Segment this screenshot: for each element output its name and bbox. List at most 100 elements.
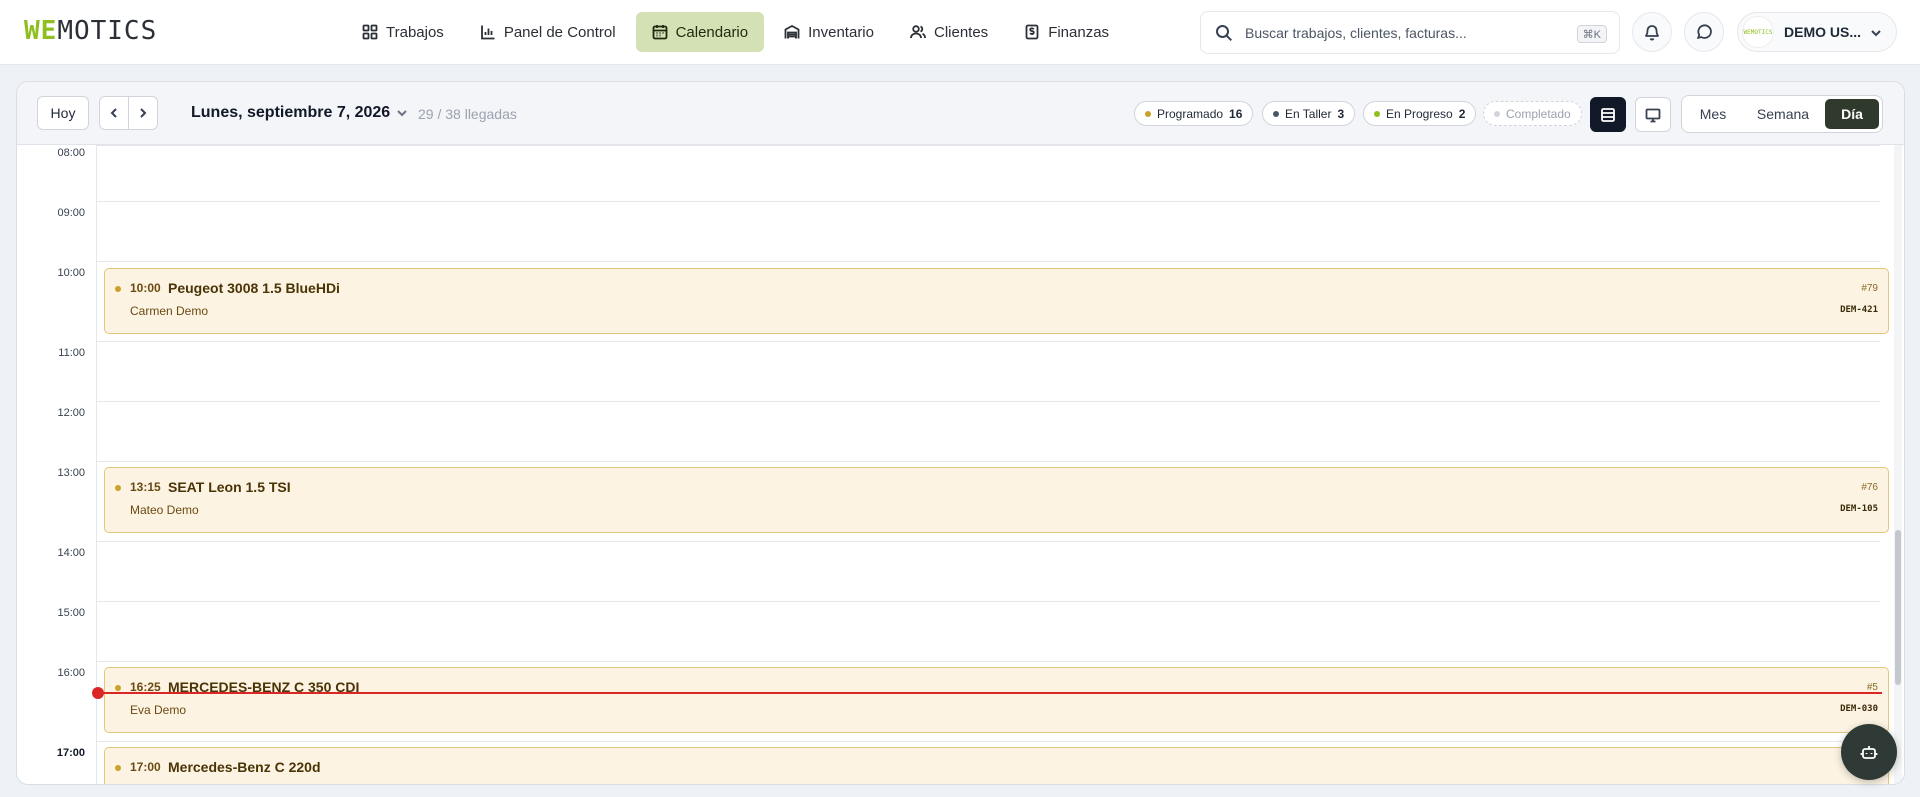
- previous-day-button[interactable]: [99, 96, 129, 130]
- nav-item-label: Calendario: [675, 23, 749, 41]
- arrivals-counter: 29 / 38 llegadas: [418, 106, 517, 122]
- bot-icon: [1860, 746, 1878, 759]
- license-plate: DEM-421: [1840, 305, 1878, 315]
- current-date-title: Lunes, septiembre 7, 2026: [191, 104, 391, 121]
- brand-logo[interactable]: WE MOTICS: [24, 16, 158, 46]
- status-filter-programado[interactable]: Programado 16: [1134, 101, 1254, 126]
- hour-label-current: 17:00: [56, 747, 85, 759]
- nav-item-trabajos[interactable]: Trabajos: [346, 12, 460, 52]
- timeline-scrollbar[interactable]: [1894, 145, 1902, 784]
- status-dot: [1273, 110, 1279, 117]
- bell-icon: [1645, 25, 1659, 41]
- status-dot: [1374, 110, 1380, 117]
- status-dot: [1145, 110, 1151, 117]
- appointment-customer: Carmen Demo: [130, 304, 209, 318]
- status-count: 16: [1229, 106, 1243, 121]
- search-shortcut-badge: ⌘K: [1576, 25, 1607, 43]
- calendar-icon: [652, 25, 667, 40]
- status-label: Programado: [1157, 106, 1224, 121]
- hour-label: 09:00: [57, 207, 85, 219]
- status-dot: [115, 286, 121, 292]
- assistant-bot-button[interactable]: [1841, 724, 1897, 780]
- status-label: Completado: [1506, 106, 1571, 121]
- chat-bubble-icon: [1696, 24, 1712, 40]
- status-label: En Progreso: [1386, 106, 1453, 121]
- chevron-right-icon: [140, 108, 147, 118]
- hour-label: 12:00: [57, 407, 85, 419]
- appointment-card[interactable]: 10:00 Peugeot 3008 1.5 BlueHDi Carmen De…: [104, 268, 1889, 334]
- search-input[interactable]: [1245, 24, 1575, 41]
- current-time-line: [97, 692, 1882, 694]
- user-menu[interactable]: WEMOTICS DEMO US...: [1737, 12, 1897, 52]
- nav-item-finanzas[interactable]: Finanzas: [1008, 12, 1125, 52]
- next-day-button[interactable]: [128, 96, 158, 130]
- job-number: #76: [1861, 482, 1878, 493]
- nav-item-clientes[interactable]: Clientes: [894, 12, 1004, 52]
- appointment-time: 17:00: [130, 760, 161, 774]
- grid-icon: [362, 24, 378, 40]
- hour-gridline: [97, 541, 1880, 542]
- list-layout-icon: [1601, 107, 1615, 122]
- search-icon: [1216, 25, 1233, 42]
- status-count: 2: [1458, 106, 1466, 121]
- hour-label: 16:00: [57, 667, 85, 679]
- nav-item-panel-de-control[interactable]: Panel de Control: [464, 12, 632, 52]
- chevron-down-icon: [397, 110, 407, 117]
- appointment-vehicle: Peugeot 3008 1.5 BlueHDi: [168, 280, 340, 296]
- status-dot: [115, 685, 121, 691]
- logo-text-motics: MOTICS: [57, 16, 158, 46]
- appointment-customer: Eva Demo: [130, 703, 187, 717]
- view-week-button[interactable]: Semana: [1748, 99, 1818, 129]
- appointment-card[interactable]: 17:00 Mercedes-Benz C 220d: [104, 747, 1889, 784]
- appointment-time: 13:15: [130, 480, 161, 494]
- nav-item-label: Inventario: [808, 23, 874, 41]
- appointment-card[interactable]: 16:25 MERCEDES-BENZ C 350 CDI Eva Demo #…: [104, 667, 1889, 733]
- status-filter-en-taller[interactable]: En Taller 3: [1262, 101, 1356, 126]
- hour-gridline: [97, 661, 1880, 662]
- nav-item-label: Finanzas: [1048, 23, 1110, 41]
- warehouse-icon: [784, 24, 800, 39]
- appointment-time: 10:00: [130, 281, 161, 295]
- appointment-card[interactable]: 13:15 SEAT Leon 1.5 TSI Mateo Demo #76 D…: [104, 467, 1889, 533]
- appointment-vehicle: Mercedes-Benz C 220d: [168, 759, 321, 775]
- user-name: DEMO US...: [1784, 24, 1862, 40]
- license-plate: DEM-030: [1840, 704, 1878, 714]
- status-filter-completado[interactable]: Completado: [1483, 101, 1582, 126]
- notifications-button[interactable]: [1632, 12, 1672, 52]
- hour-gridline: [97, 261, 1880, 262]
- appointment-vehicle: SEAT Leon 1.5 TSI: [168, 479, 291, 495]
- hour-label: 14:00: [57, 547, 85, 559]
- hour-label: 08:00: [57, 147, 85, 159]
- hour-label: 11:00: [58, 347, 85, 359]
- status-label: En Taller: [1285, 106, 1332, 121]
- global-search[interactable]: ⌘K: [1200, 11, 1620, 54]
- avatar: WEMOTICS: [1742, 16, 1774, 48]
- scrollbar-thumb[interactable]: [1895, 530, 1901, 685]
- chevron-down-icon: [1871, 30, 1881, 37]
- hour-label: 10:00: [57, 267, 85, 279]
- nav-item-inventario[interactable]: Inventario: [768, 12, 890, 52]
- nav-item-label: Panel de Control: [503, 23, 616, 41]
- nav-item-calendario[interactable]: Calendario: [635, 12, 765, 52]
- hour-label: 15:00: [57, 607, 85, 619]
- hour-label: 13:00: [57, 467, 85, 479]
- license-plate: DEM-105: [1840, 504, 1878, 514]
- logo-text-we: WE: [24, 16, 58, 46]
- hour-gridline: [97, 741, 1880, 742]
- hour-gridline: [97, 461, 1880, 462]
- hour-gridline: [97, 341, 1880, 342]
- hour-gridline: [97, 145, 1880, 146]
- view-day-button[interactable]: Día: [1825, 99, 1879, 129]
- date-picker-trigger[interactable]: Lunes, septiembre 7, 2026: [191, 104, 408, 122]
- nav-item-label: Clientes: [933, 23, 989, 41]
- status-filter-en-progreso[interactable]: En Progreso 2: [1363, 101, 1477, 126]
- bar-chart-icon: [480, 25, 495, 40]
- status-count: 3: [1337, 106, 1345, 121]
- messages-button[interactable]: [1684, 12, 1724, 52]
- display-mode-toggle[interactable]: [1635, 97, 1671, 132]
- view-month-button[interactable]: Mes: [1688, 99, 1738, 129]
- list-layout-toggle[interactable]: [1590, 97, 1626, 132]
- day-timeline[interactable]: 08:00 09:00 10:00 11:00 12:00 13:00 14:0…: [17, 145, 1904, 784]
- main-nav: Trabajos Panel de Control Calendario Inv…: [346, 12, 1125, 52]
- today-button[interactable]: Hoy: [37, 96, 89, 130]
